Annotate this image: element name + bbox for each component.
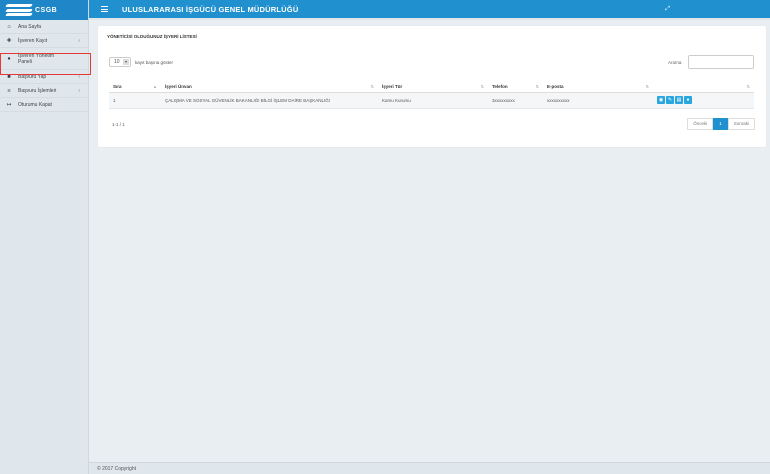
column-header-eposta[interactable]: E-posta ⇅ (543, 81, 653, 93)
sidebar-item-ana-sayfa[interactable]: ⌂ Ana Sayfa (0, 20, 88, 34)
sidebar-item-label: İşveren Kayıt (18, 37, 48, 44)
page-footer: © 2017 Copyright (89, 462, 770, 474)
chevron-left-icon: ‹ (78, 37, 80, 44)
page-length-label: kayıt başına göster (135, 60, 174, 65)
chevron-left-icon: ‹ (78, 87, 80, 94)
table-info: 1-1 / 1 (112, 122, 125, 127)
home-icon: ⌂ (7, 23, 11, 30)
chevron-down-icon: ▾ (123, 59, 129, 65)
sidebar-item-oturumu-kapat[interactable]: ↦ Oturumu Kapat (0, 98, 88, 112)
search-input[interactable] (688, 55, 754, 69)
list-icon: ≡ (7, 87, 11, 94)
pagination-prev-button[interactable]: Önceki (687, 118, 714, 130)
column-header-actions[interactable]: ⇅ (653, 81, 754, 93)
edit-icon[interactable]: ✎ (666, 96, 674, 104)
sort-icon: ⇅ (645, 84, 649, 89)
logo-mark-icon (5, 4, 33, 16)
sidebar-item-label: Ana Sayfa (18, 23, 42, 30)
sidebar-nav: ⌂ Ana Sayfa ✚ İşveren Kayıt ‹ ● İşveren … (0, 20, 88, 112)
sidebar-item-basvuru-yap[interactable]: ■ Başvuru Yap ‹ (0, 70, 88, 84)
sort-icon: ▲ (153, 84, 157, 89)
page-title: ULUSLARARASI İŞGÜCÜ GENEL MÜDÜRLÜĞÜ (122, 4, 299, 14)
brand-logo[interactable]: CSGB (0, 0, 88, 20)
user-icon[interactable]: ● (684, 96, 692, 104)
sort-icon: ⇅ (370, 84, 374, 89)
sidebar-item-label: Başvuru Yap (18, 73, 47, 80)
sort-icon: ⇅ (480, 84, 484, 89)
cell-sira: 1 (109, 92, 161, 109)
search-label: Arama: (668, 60, 683, 65)
chevron-left-icon: ‹ (78, 73, 80, 80)
document-icon[interactable]: ▤ (675, 96, 683, 104)
pagination: Önceki 1 Sonraki (687, 118, 755, 130)
workplace-table: Sıra ▲ İşyeri Ünvan ⇅ İşyeri Tür ⇅ Telefon ⇅… (109, 81, 754, 109)
page-length-select[interactable]: 10 ▾ (109, 57, 131, 67)
hamburger-menu-icon[interactable] (101, 6, 108, 12)
workplace-list-panel: YÖNETİCİSİ OLDUĞUNUZ İŞYERİ LİSTESİ 10 ▾… (98, 26, 766, 147)
sidebar-item-label: Oturumu Kapat (18, 101, 52, 108)
fullscreen-icon[interactable]: ⤢ (665, 6, 670, 13)
view-icon[interactable]: ◉ (657, 96, 665, 104)
column-header-unvan[interactable]: İşyeri Ünvan ⇅ (161, 81, 378, 93)
briefcase-icon: ■ (7, 73, 11, 80)
sidebar-item-isveren-yonetim-paneli[interactable]: ● İşveren Yönetim Paneli (0, 48, 88, 70)
top-header: ULUSLARARASI İŞGÜCÜ GENEL MÜDÜRLÜĞÜ ⤢ (89, 0, 770, 18)
table-header-row: Sıra ▲ İşyeri Ünvan ⇅ İşyeri Tür ⇅ Telefon ⇅… (109, 81, 754, 93)
sidebar-item-label: Başvuru İşlemleri (18, 87, 57, 94)
sidebar-item-basvuru-islemleri[interactable]: ≡ Başvuru İşlemleri ‹ (0, 84, 88, 98)
cell-telefon: 3xxxxxxxxx (488, 92, 543, 109)
sidebar-item-label: İşveren Yönetim Paneli (18, 52, 55, 65)
copyright-text: © 2017 Copyright (97, 466, 136, 472)
header-divider (89, 18, 770, 20)
cell-tur: Kamu Kurumu (378, 92, 488, 109)
pagination-next-button[interactable]: Sonraki (727, 118, 755, 130)
panel-title: YÖNETİCİSİ OLDUĞUNUZ İŞYERİ LİSTESİ (107, 34, 197, 39)
table-row[interactable]: 1 ÇALIŞMA VE SOSYAL GÜVENLİK BAKANLIĞI B… (109, 92, 754, 109)
sidebar-item-isveren-kayit[interactable]: ✚ İşveren Kayıt ‹ (0, 34, 88, 48)
pagination-page-button[interactable]: 1 (713, 118, 728, 130)
sort-icon: ⇅ (535, 84, 539, 89)
register-icon: ✚ (6, 37, 12, 44)
column-header-telefon[interactable]: Telefon ⇅ (488, 81, 543, 93)
cell-unvan: ÇALIŞMA VE SOSYAL GÜVENLİK BAKANLIĞI BİL… (161, 92, 378, 109)
sidebar: CSGB ⌂ Ana Sayfa ✚ İşveren Kayıt ‹ ● İşv… (0, 0, 89, 474)
brand-name: CSGB (35, 6, 58, 14)
user-icon: ● (7, 55, 11, 62)
logout-icon: ↦ (6, 101, 12, 108)
cell-actions: ◉ ✎ ▤ ● (653, 92, 754, 109)
page-length-value: 10 (114, 59, 120, 65)
cell-eposta: xxxxxxxxxx (543, 92, 653, 109)
column-header-sira[interactable]: Sıra ▲ (109, 81, 161, 93)
column-header-tur[interactable]: İşyeri Tür ⇅ (378, 81, 488, 93)
sort-icon: ⇅ (746, 84, 750, 89)
